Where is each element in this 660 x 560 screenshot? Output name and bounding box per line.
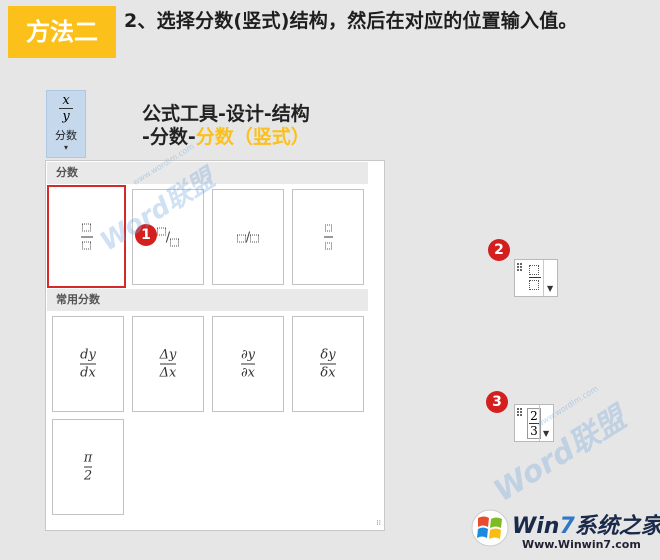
equation-control-empty[interactable]: ▼ bbox=[514, 259, 558, 297]
brand-url: Www.Winwin7.com bbox=[522, 538, 641, 551]
tile-pi-over-2[interactable]: π2 bbox=[52, 419, 124, 515]
section-header-common-fractions: 常用分数 bbox=[47, 289, 368, 311]
tile-linear-fraction[interactable]: / bbox=[212, 189, 284, 285]
step-badge-3: 3 bbox=[486, 391, 508, 413]
tile-small-delta-y-delta-x[interactable]: δy δx bbox=[292, 316, 364, 412]
fraction-ribbon-button[interactable]: x y 分数 ▾ bbox=[46, 90, 86, 158]
chevron-down-icon: ▾ bbox=[63, 143, 68, 152]
resize-grip-icon[interactable]: ⁞⁞ bbox=[377, 519, 381, 527]
tile-small-fraction[interactable] bbox=[292, 189, 364, 285]
drag-handle-icon[interactable] bbox=[517, 263, 523, 271]
tile-partial-y-partial-x[interactable]: ∂y ∂x bbox=[212, 316, 284, 412]
drag-handle-icon[interactable] bbox=[517, 408, 523, 416]
path-highlight: 分数（竖式） bbox=[195, 126, 310, 148]
tile-dy-dx[interactable]: dy dx bbox=[52, 316, 124, 412]
headline: 2、选择分数(竖式)结构，然后在对应的位置输入值。 bbox=[124, 10, 578, 32]
linear-fraction-icon: / bbox=[213, 228, 283, 247]
fraction-gallery: 分数 / / 常用分数 dy dx Δy Δx ∂y ∂x δy δx π2 ⁞⁞ bbox=[45, 160, 385, 531]
dropdown-arrow-icon[interactable]: ▼ bbox=[543, 260, 557, 296]
menu-path-caption: 公式工具-设计-结构 -分数-分数（竖式） bbox=[142, 103, 310, 148]
header-banner: 方法二 2、选择分数(竖式)结构，然后在对应的位置输入值。 bbox=[0, 0, 660, 58]
fraction-icon: x y bbox=[47, 91, 85, 123]
step-badge-2: 2 bbox=[488, 239, 510, 261]
brand-logo: Win7系统之家 Www.Winwin7.com bbox=[470, 500, 660, 560]
tile-delta-y-delta-x[interactable]: Δy Δx bbox=[132, 316, 204, 412]
windows-logo-icon bbox=[471, 509, 509, 547]
small-fraction-icon bbox=[293, 221, 363, 254]
empty-fraction-placeholder[interactable] bbox=[529, 265, 541, 290]
method-tag: 方法二 bbox=[8, 6, 116, 58]
fraction-button-label: 分数 bbox=[55, 129, 77, 142]
